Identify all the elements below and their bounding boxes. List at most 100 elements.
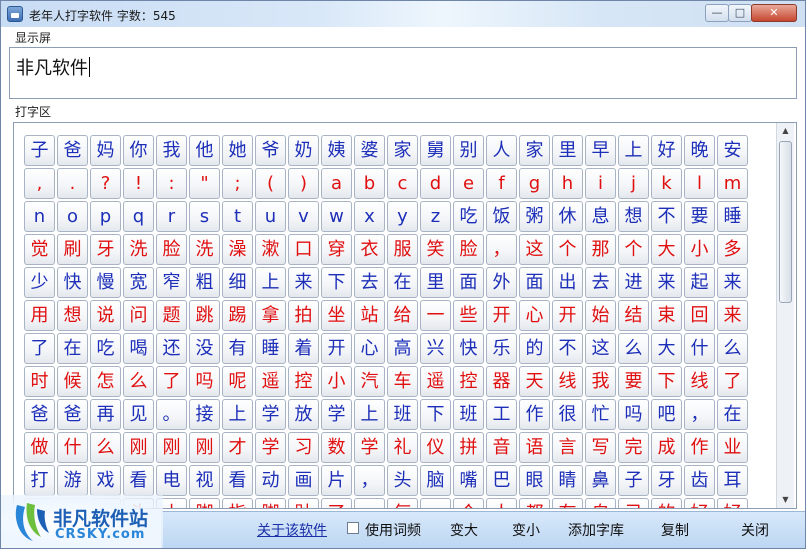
key-button[interactable]: 大 [651,234,682,265]
key-button[interactable]: 。 [156,399,187,430]
key-button[interactable]: , [24,168,55,199]
key-button[interactable]: 那 [585,234,616,265]
key-button[interactable]: 作 [519,399,550,430]
key-button[interactable]: 我 [585,366,616,397]
key-button[interactable]: 学 [255,399,286,430]
key-button[interactable]: 乐 [486,333,517,364]
key-button[interactable]: ， [354,498,385,508]
key-button[interactable]: 鼻 [585,465,616,496]
key-button[interactable]: 兴 [420,333,451,364]
key-button[interactable]: 他 [189,135,220,166]
key-button[interactable]: 这 [519,234,550,265]
key-button[interactable]: 慢 [90,267,121,298]
key-button[interactable]: 没 [189,333,220,364]
key-button[interactable]: 个 [552,234,583,265]
enlarge-button[interactable]: 变大 [450,520,478,540]
key-button[interactable]: 时 [24,366,55,397]
key-button[interactable]: 语 [519,432,550,463]
key-button[interactable]: 安 [717,135,748,166]
key-button[interactable]: ， [684,399,715,430]
key-button[interactable]: 拍 [288,300,319,331]
key-button[interactable]: 嘴 [453,465,484,496]
key-button[interactable]: o [57,201,88,232]
key-button[interactable]: 画 [288,465,319,496]
key-button[interactable]: 来 [717,267,748,298]
key-button[interactable]: 汽 [354,366,385,397]
key-button[interactable]: m [717,168,748,199]
key-button[interactable]: 说 [90,300,121,331]
key-button[interactable]: 妈 [90,135,121,166]
key-button[interactable]: 齿 [684,465,715,496]
key-button[interactable]: 做 [24,432,55,463]
key-button[interactable]: 好 [717,498,748,508]
key-button[interactable]: 刚 [189,432,220,463]
key-button[interactable]: 不 [552,333,583,364]
key-button[interactable]: 爷 [255,135,286,166]
key-button[interactable]: 么 [717,333,748,364]
key-button[interactable]: 学 [321,399,352,430]
key-button[interactable]: 子 [24,135,55,166]
key-button[interactable]: 少 [24,267,55,298]
key-button[interactable]: 回 [684,300,715,331]
key-button[interactable]: 见 [123,399,154,430]
key-button[interactable]: 要 [618,366,649,397]
key-button[interactable]: 拿 [255,300,286,331]
maximize-button[interactable]: □ [728,4,752,22]
key-button[interactable]: 学 [354,432,385,463]
key-button[interactable]: 些 [453,300,484,331]
key-button[interactable]: 开 [321,333,352,364]
key-button[interactable]: d [420,168,451,199]
key-button[interactable]: 洗 [189,234,220,265]
key-button[interactable]: 什 [57,432,88,463]
key-button[interactable]: 外 [486,267,517,298]
key-button[interactable]: 口 [288,234,319,265]
key-button[interactable]: 服 [387,234,418,265]
key-button[interactable]: 视 [189,465,220,496]
key-button[interactable]: x [354,201,385,232]
display-screen[interactable]: 非凡软件 [9,47,797,99]
typing-scrollbar[interactable]: ▲ ▼ [776,123,794,508]
key-button[interactable]: 里 [420,267,451,298]
key-button[interactable]: 学 [255,432,286,463]
key-button[interactable]: n [24,201,55,232]
key-button[interactable]: 上 [618,135,649,166]
key-button[interactable]: r [156,201,187,232]
key-button[interactable]: 小 [684,234,715,265]
key-button[interactable]: 别 [453,135,484,166]
key-button[interactable]: 刚 [156,432,187,463]
key-button[interactable]: 的 [519,333,550,364]
key-button[interactable]: 音 [486,432,517,463]
key-button[interactable]: 始 [585,300,616,331]
key-button[interactable]: ， [354,465,385,496]
key-button[interactable]: 睡 [717,201,748,232]
key-button[interactable]: 上 [255,267,286,298]
key-button[interactable]: 拼 [453,432,484,463]
key-button[interactable]: 想 [618,201,649,232]
key-button[interactable]: 快 [57,267,88,298]
key-button[interactable]: 小 [321,366,352,397]
key-button[interactable]: 吃 [453,201,484,232]
key-button[interactable]: ( [255,168,286,199]
shrink-button[interactable]: 变小 [512,520,540,540]
key-button[interactable]: 业 [717,432,748,463]
key-button[interactable]: 遥 [255,366,286,397]
key-button[interactable]: 爸 [57,399,88,430]
key-button[interactable]: 宽 [123,267,154,298]
key-button[interactable]: 去 [585,267,616,298]
key-button[interactable]: 息 [585,201,616,232]
key-button[interactable]: b [354,168,385,199]
key-button[interactable]: 放 [288,399,319,430]
key-button[interactable]: l [684,168,715,199]
key-button[interactable]: 车 [387,366,418,397]
key-button[interactable]: 巴 [486,465,517,496]
key-button[interactable]: 着 [288,333,319,364]
key-button[interactable]: 漱 [255,234,286,265]
key-button[interactable]: 很 [552,399,583,430]
key-button[interactable]: 你 [123,135,154,166]
key-button[interactable]: ? [90,168,121,199]
key-button[interactable]: 来 [717,300,748,331]
key-button[interactable]: 喝 [123,333,154,364]
key-button[interactable]: 一 [420,498,451,508]
copy-button[interactable]: 复制 [661,520,689,540]
key-button[interactable]: ) [288,168,319,199]
